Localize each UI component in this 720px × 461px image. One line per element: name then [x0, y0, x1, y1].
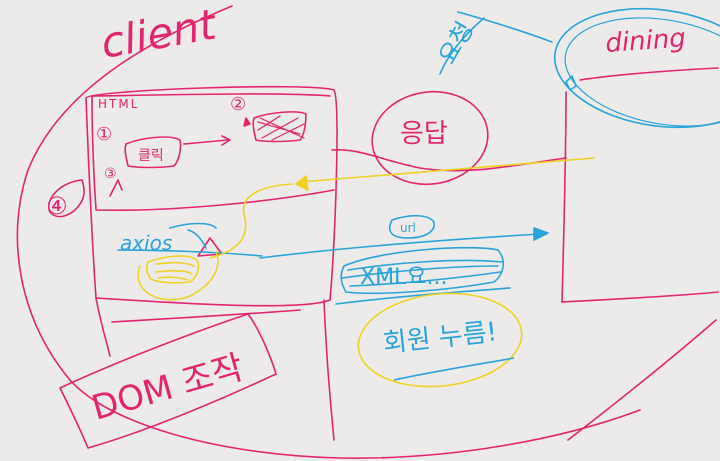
diagonal-right-line	[567, 319, 717, 441]
client-right-drop	[323, 299, 335, 441]
axios-loop	[137, 251, 219, 301]
arrow-axios-up	[109, 179, 123, 197]
client-left-drop	[95, 297, 111, 357]
html-label: HTML	[98, 97, 139, 111]
arrow-click-to-two	[183, 139, 229, 145]
return-arrow	[299, 157, 595, 183]
server-top-line	[579, 67, 719, 81]
axios-label: axios	[120, 231, 172, 255]
url-label: url	[400, 221, 416, 235]
step-one-label: ①	[96, 124, 112, 145]
whiteboard-canvas: client HTML ① ② 클릭 ③ axios 응답 dining 요청 …	[0, 0, 720, 461]
dom-label: DOM 조작	[87, 347, 248, 428]
client-label: client	[97, 0, 221, 68]
note-label: 회원 누름!	[382, 317, 499, 359]
response-path	[331, 149, 567, 172]
client-bottom-line	[111, 309, 301, 323]
step-four-label: ④	[46, 192, 68, 220]
request-label: 요청	[433, 17, 479, 69]
click-label: 클릭	[138, 148, 164, 164]
response-label: 응답	[400, 119, 448, 149]
dining-label: dining	[604, 23, 686, 59]
step-two-label: ②	[230, 94, 246, 115]
axios-bracket	[169, 222, 217, 229]
sketch-drawing: client HTML ① ② 클릭 ③ axios 응답 dining 요청 …	[16, 0, 720, 459]
step-three-label: ③	[104, 166, 117, 182]
callback-curve	[209, 183, 293, 259]
axios-sticky	[145, 255, 200, 284]
xml-label: XML요...	[360, 265, 448, 290]
